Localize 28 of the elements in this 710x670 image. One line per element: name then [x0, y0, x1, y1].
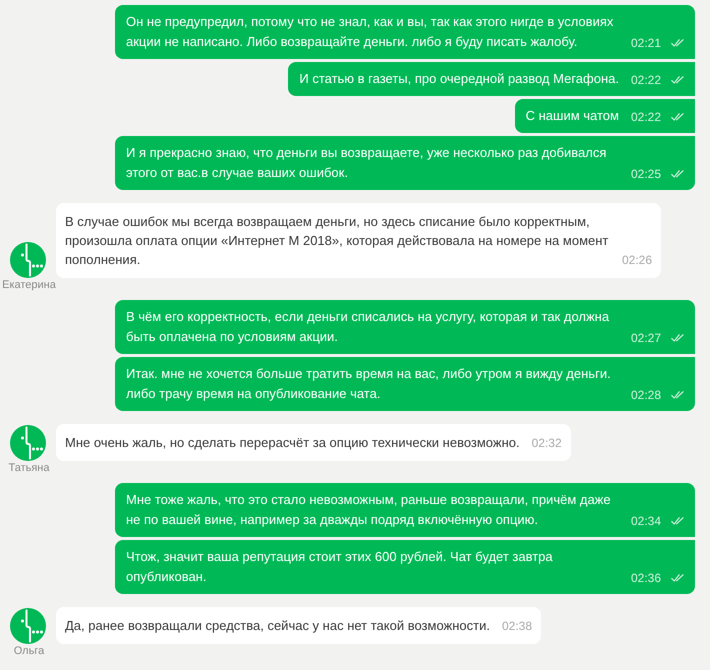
message-text: В чём его корректность, если деньги списались на услугу, которая и так должна быть оплачена по условиям акции.	[126, 308, 610, 346]
author-name: Ольга	[12, 645, 46, 658]
author-name: Екатерина	[1, 279, 57, 292]
avatar-icon	[10, 242, 46, 278]
author-name: Татьяна	[7, 462, 51, 475]
message-time: 02:25	[630, 166, 661, 182]
message-time: 02:34	[630, 512, 661, 530]
message-time: 02:22	[630, 108, 661, 126]
message-text: Чтож, значит ваша репутация стоит этих 600 рублей. Чат будет завтра опубликован.	[126, 548, 554, 586]
message-text: И я прекрасно знаю, что деньги вы возвращаете, уже несколько раз добивался этого от вас.в случае ваших ошибок.	[126, 144, 608, 182]
message-text: В случае ошибок мы всегда возвращаем деньги, но здесь списание было корректным, произошла оплата опции «Интернет М 2018», которая действовала на номере на момент пополнения.	[65, 213, 610, 269]
message-text: Он не предупредил, потому что не знал, как и вы, так как этого нигде в условиях акции не написано. Либо возвращайте деньги. либо я буду писать жалобу.	[126, 13, 614, 51]
avatar-icon	[10, 608, 46, 644]
avatar-icon	[10, 425, 46, 461]
message-time: 02:38	[502, 618, 532, 634]
message-text: С нашим чатом	[526, 107, 619, 125]
message-time: 02:21	[630, 34, 661, 52]
message-text: И статью в газеты, про очередной развод Мегафона.	[299, 70, 619, 88]
message-time: 02:27	[630, 330, 661, 346]
message-time: 02:28	[630, 386, 661, 404]
message-text: Да, ранее возвращали средства, сейчас у нас нет такой возможности.	[65, 617, 490, 635]
message-time: 02:26	[622, 252, 652, 268]
message-time: 02:36	[630, 570, 661, 586]
message-time: 02:32	[532, 434, 562, 452]
message-time: 02:22	[630, 72, 661, 88]
message-text: Мне тоже жаль, что это стало невозможным, раньше возвращали, причём даже не по вашей вине, например за дважды подряд включённую опцию.	[126, 491, 612, 529]
message-text: Мне очень жаль, но сделать перерасчёт за опцию технически невозможно.	[65, 434, 520, 452]
message-text: Итак. мне не хочется больше тратить время на вас, либо утром я вижду деньги. либо трачу время на опубликование чата.	[126, 365, 612, 403]
